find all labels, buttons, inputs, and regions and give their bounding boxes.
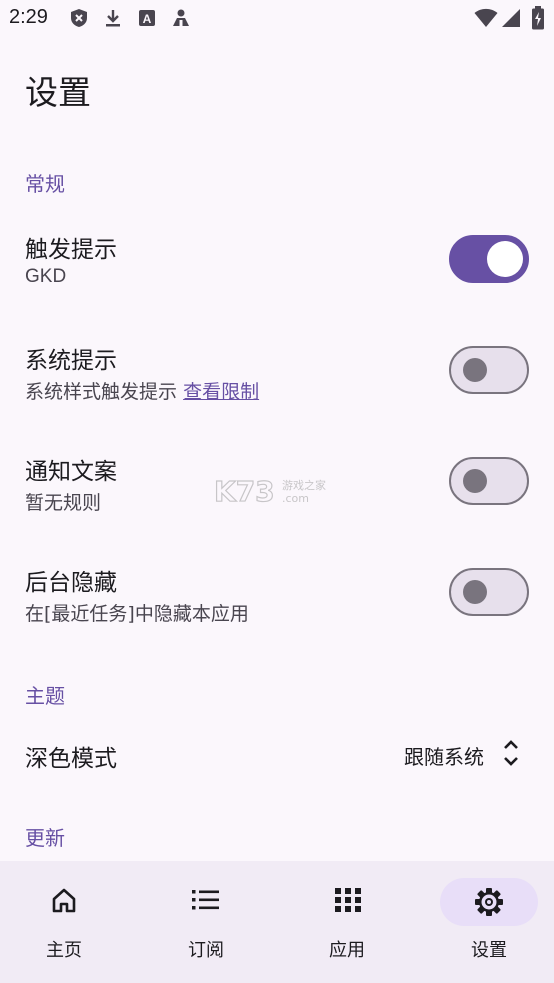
dark-mode-value[interactable]: 跟随系统: [404, 741, 484, 770]
setting-title: 触发提示: [25, 237, 117, 263]
nav-item-home[interactable]: 主页: [0, 861, 138, 983]
setting-subtitle: 在[最近任务]中隐藏本应用: [25, 603, 249, 625]
settings-screen: 2:29 A 设置 常规 触发提示 GKD 系统提示 系统样式触发提示 查看限制…: [0, 0, 554, 983]
section-header-theme: 主题: [25, 684, 65, 708]
nav-label: 主页: [46, 940, 82, 961]
nav-item-subscriptions[interactable]: 订阅: [138, 861, 276, 983]
status-bar: 2:29 A: [0, 0, 554, 38]
download-icon: [106, 10, 120, 27]
setting-subtitle: 系统样式触发提示 查看限制: [25, 377, 259, 404]
battery-charging-icon: [532, 6, 544, 30]
svg-text:K73: K73: [214, 476, 275, 506]
setting-subtitle-text: 系统样式触发提示: [25, 381, 178, 403]
toggle-thumb: [463, 468, 487, 493]
toggle-thumb: [463, 357, 487, 382]
apps-grid-icon: [335, 888, 361, 912]
section-header-general: 常规: [25, 172, 65, 196]
nav-label: 应用: [329, 940, 365, 961]
system-hint-toggle[interactable]: [449, 346, 529, 394]
nav-item-apps[interactable]: 应用: [277, 861, 415, 983]
text-a-icon: A: [139, 10, 155, 26]
k73-watermark-logo: K73 游戏之家 .com: [214, 476, 326, 506]
unfold-more-icon[interactable]: [500, 738, 522, 768]
home-icon: [52, 888, 76, 913]
status-time: 2:29: [9, 6, 48, 28]
person-icon: [173, 9, 189, 26]
setting-title: 深色模式: [25, 746, 117, 772]
signal-icon: [502, 9, 520, 27]
toggle-thumb: [487, 240, 523, 277]
nav-label: 订阅: [188, 940, 224, 961]
svg-text:.com: .com: [282, 492, 309, 505]
setting-subtitle: 暂无规则: [25, 492, 102, 514]
section-header-update: 更新: [25, 826, 65, 850]
shield-x-icon: [71, 9, 87, 27]
trigger-hint-toggle[interactable]: [449, 235, 529, 283]
svg-text:A: A: [143, 12, 152, 26]
toggle-thumb: [463, 579, 487, 604]
list-icon: [192, 890, 219, 910]
background-hide-toggle[interactable]: [449, 568, 529, 616]
page-title: 设置: [25, 73, 91, 112]
notification-text-toggle[interactable]: [449, 457, 529, 505]
nav-label: 设置: [471, 940, 507, 961]
setting-subtitle: GKD: [25, 266, 67, 287]
setting-title: 后台隐藏: [25, 570, 117, 596]
view-limits-link[interactable]: 查看限制: [183, 381, 259, 403]
setting-title: 通知文案: [25, 459, 117, 485]
setting-title: 系统提示: [25, 348, 117, 374]
settings-gear-icon[interactable]: [474, 887, 504, 917]
svg-text:游戏之家: 游戏之家: [282, 478, 326, 492]
wifi-icon: [474, 8, 498, 27]
